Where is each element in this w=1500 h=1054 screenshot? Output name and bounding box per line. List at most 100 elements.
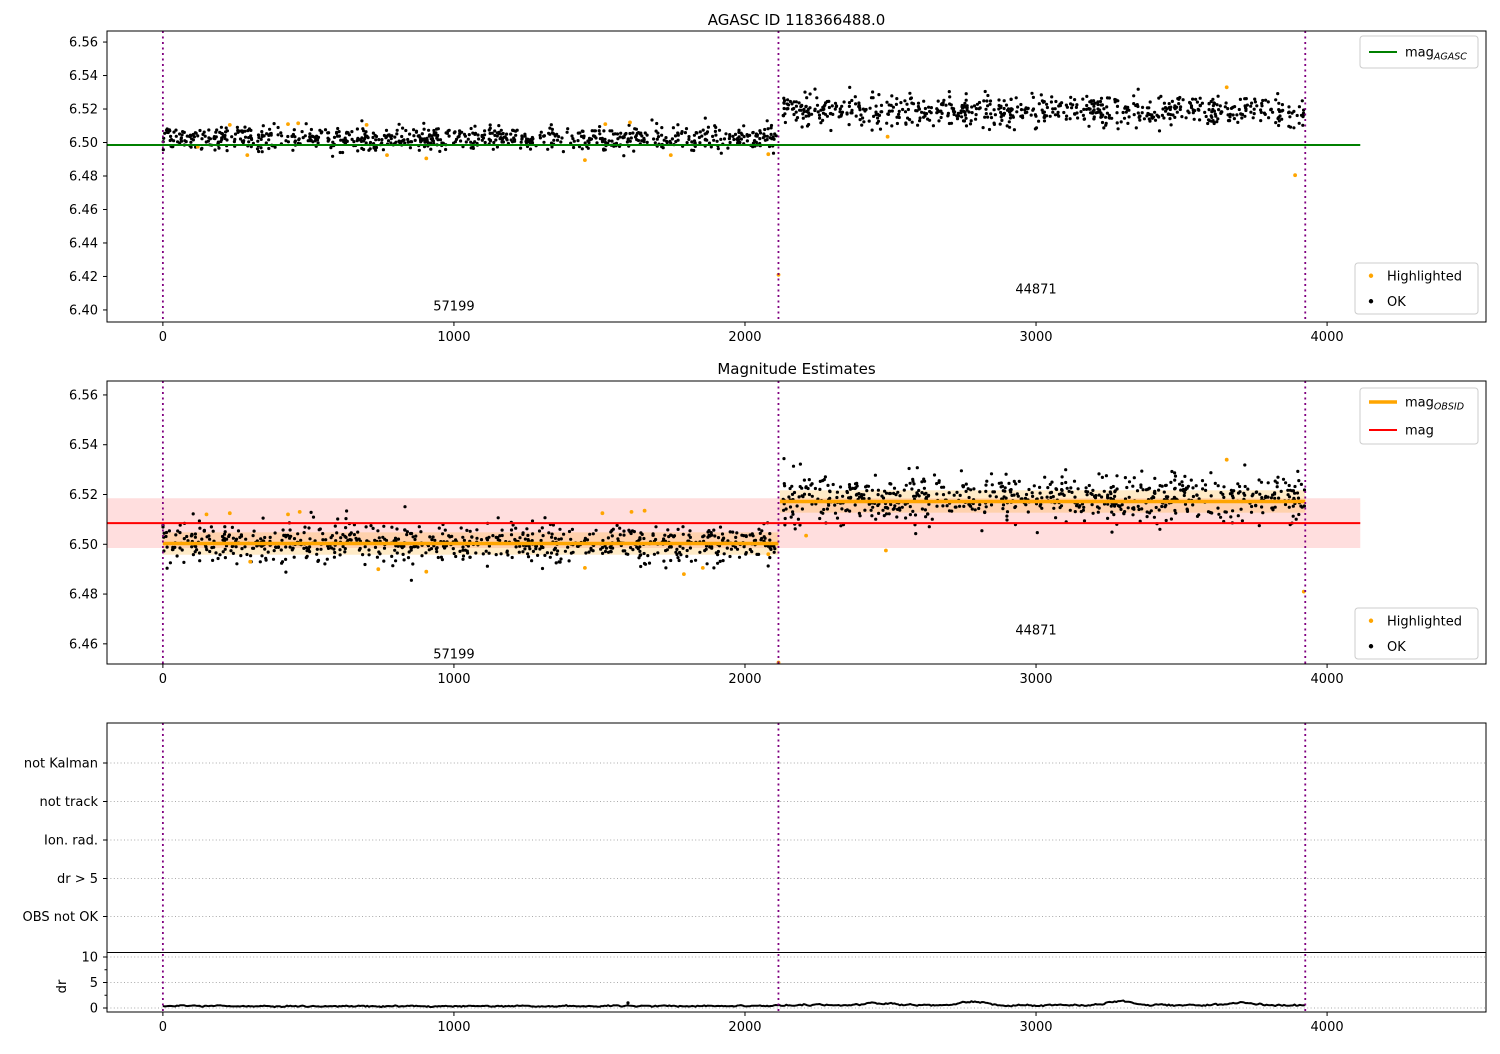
ok-point [1243, 114, 1247, 118]
highlighted-point [296, 121, 301, 126]
ok-point [855, 484, 859, 488]
ok-point [567, 559, 571, 563]
ok-point [849, 495, 853, 499]
ok-point [958, 504, 962, 508]
ok-point [718, 525, 723, 529]
ok-point [947, 491, 951, 495]
ok-point [1142, 117, 1146, 121]
category-label: not Kalman [24, 757, 98, 772]
ok-point [763, 127, 767, 132]
ok-point [725, 546, 729, 550]
ok-point [948, 95, 952, 99]
ok-point [1186, 109, 1190, 113]
ok-point [742, 534, 746, 538]
ok-point [1051, 107, 1055, 111]
ok-point [1040, 496, 1044, 500]
ok-point [543, 553, 547, 558]
ok-point [417, 525, 421, 529]
ok-point [722, 552, 726, 556]
ok-point [558, 527, 562, 531]
ok-point [618, 135, 622, 139]
ok-point [380, 138, 384, 142]
ok-point [400, 546, 404, 550]
ok-point [871, 90, 875, 94]
ok-point [439, 555, 443, 559]
ok-point [1219, 491, 1223, 495]
ok-point [1157, 488, 1161, 492]
ok-point [1250, 504, 1254, 509]
ok-point [1173, 107, 1177, 111]
ok-point [263, 535, 267, 540]
ok-point [918, 116, 922, 120]
ok-point [805, 124, 810, 128]
ok-point [374, 138, 378, 142]
ok-point [1126, 121, 1130, 125]
ok-point [669, 558, 673, 563]
ok-point [324, 538, 328, 542]
ok-point [509, 138, 513, 142]
ok-point [1229, 515, 1233, 519]
ok-point [1091, 488, 1095, 492]
ok-point [1183, 474, 1187, 478]
ok-point [920, 480, 924, 484]
ok-point [1132, 113, 1136, 117]
ok-point [1152, 515, 1156, 519]
ok-point [419, 530, 423, 534]
ok-point [207, 128, 211, 132]
ok-point [1002, 106, 1006, 111]
ok-point [1102, 489, 1106, 493]
ok-point [288, 545, 292, 549]
ok-point [997, 98, 1001, 102]
ok-point [782, 96, 786, 100]
ok-point [461, 554, 466, 558]
ok-point [1073, 98, 1077, 102]
ok-point [914, 532, 918, 536]
x-tick-label: 0 [159, 330, 167, 345]
ok-point [435, 550, 439, 554]
ok-point [422, 121, 426, 125]
ok-point [416, 134, 420, 138]
x-tick-label: 4000 [1311, 1020, 1344, 1035]
ok-point [1206, 121, 1210, 126]
ok-point [315, 547, 319, 551]
highlighted-point [668, 153, 673, 158]
ok-point [642, 536, 646, 541]
ok-point [847, 123, 851, 127]
ok-point [1037, 102, 1041, 106]
ok-point [1232, 489, 1236, 493]
ok-point [660, 133, 664, 137]
ok-point [622, 533, 626, 537]
ok-point [890, 94, 894, 98]
ok-point [1065, 114, 1069, 118]
ok-point [377, 138, 381, 142]
ok-point [195, 548, 199, 552]
ok-point [1115, 111, 1119, 115]
ok-point [1132, 102, 1136, 106]
ok-point [408, 146, 412, 150]
ok-point [720, 532, 725, 536]
ok-point [174, 134, 178, 138]
ok-point [835, 104, 839, 108]
legend: magOBSIDmag [1359, 387, 1479, 445]
ok-point [555, 138, 560, 142]
ok-point [910, 487, 914, 491]
ok-point [964, 98, 968, 102]
ok-point [1104, 121, 1108, 125]
ok-point [543, 516, 547, 520]
ok-point [786, 107, 790, 111]
ok-point [595, 141, 599, 145]
ok-point [1253, 100, 1257, 104]
ok-point [1297, 105, 1301, 109]
ok-point [1019, 114, 1023, 118]
ok-point [1064, 480, 1068, 485]
ok-point [651, 532, 655, 536]
ok-point [1259, 480, 1264, 484]
ok-point [1201, 487, 1205, 491]
ok-point [1081, 97, 1085, 101]
ok-point [788, 505, 793, 509]
ok-point [356, 530, 360, 534]
ok-marker-icon [1368, 299, 1374, 304]
x-tick-label: 3000 [1019, 330, 1052, 345]
ok-point [1056, 113, 1060, 117]
ok-point [463, 134, 467, 138]
